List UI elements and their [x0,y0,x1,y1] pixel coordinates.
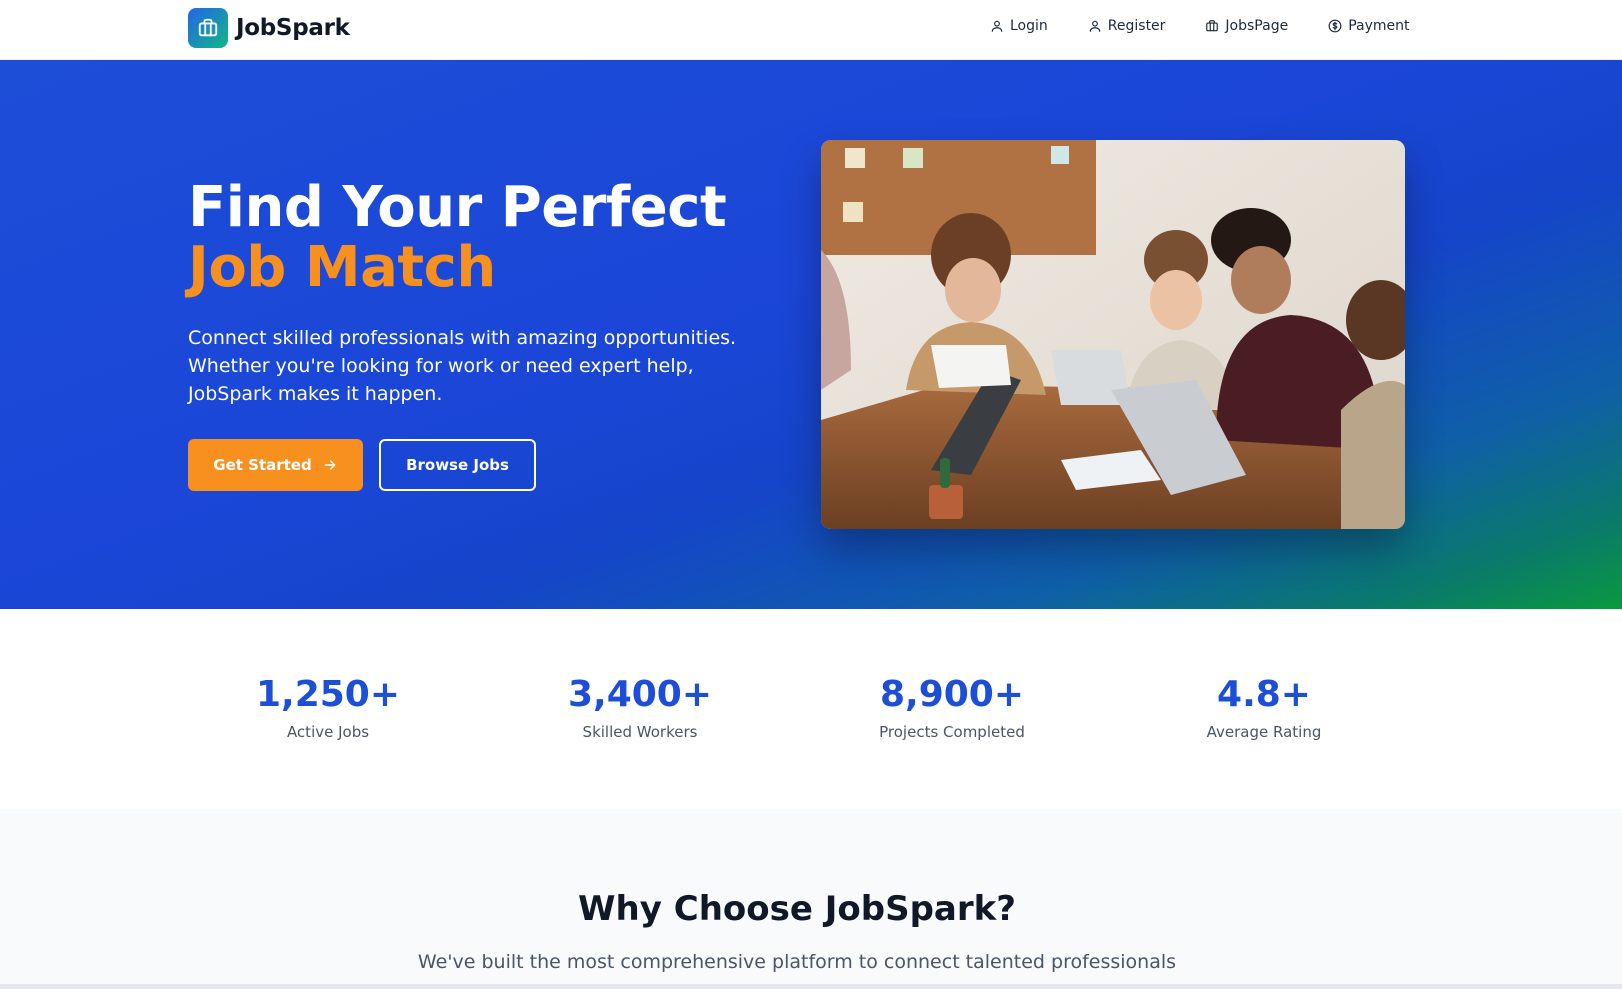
stat-label: Active Jobs [286,723,370,741]
nav-jobspage-label: JobsPage [1225,18,1289,34]
why-choose-section: Why Choose JobSpark? We've built the mos… [0,809,1622,989]
hero-title-line2: Job Match [188,235,496,300]
stat-value: 8,900+ [879,674,1025,715]
bottom-divider [0,984,1622,989]
nav-register[interactable]: Register [1088,18,1166,34]
arrow-right-icon [324,460,336,470]
stat-value: 4.8+ [1217,674,1311,715]
nav-login[interactable]: Login [990,18,1048,34]
dollar-circle-icon [1328,19,1342,33]
user-icon [1089,20,1101,32]
hero-title-line1: Find Your Perfect [188,175,727,240]
stat-label: Average Rating [1206,723,1322,741]
stat-value: 3,400+ [567,674,713,715]
top-navbar: JobSpark Login Register JobsPage Payment [0,0,1622,60]
hero-subtitle: Connect skilled professionals with amazi… [188,327,737,405]
nav-login-label: Login [1010,18,1048,34]
stat-label: Projects Completed [879,723,1025,741]
get-started-button[interactable]: Get Started [188,439,363,491]
browse-jobs-button[interactable]: Browse Jobs [379,439,536,491]
briefcase-icon [1206,20,1219,32]
why-subtitle: We've built the most comprehensive platf… [417,951,1177,989]
get-started-label: Get Started [213,456,312,474]
nav-jobspage[interactable]: JobsPage [1205,18,1288,34]
brand-logo[interactable]: JobSpark [188,8,350,48]
hero-section: Find Your Perfect Job Match Connect skil… [0,60,1622,609]
user-icon [991,20,1003,32]
why-title: Why Choose JobSpark? [578,889,1016,929]
brand-name: JobSpark [236,15,350,41]
stat-skilled-workers: 3,400+ Skilled Workers [530,673,750,741]
nav-register-label: Register [1107,18,1166,34]
stat-projects-completed: 8,900+ Projects Completed [842,673,1062,741]
nav-links: Login Register JobsPage Payment [990,18,1410,34]
hero-team-image [821,140,1405,529]
browse-jobs-label: Browse Jobs [406,456,509,474]
stat-label: Skilled Workers [582,723,698,741]
nav-payment[interactable]: Payment [1328,18,1410,34]
stat-active-jobs: 1,250+ Active Jobs [218,673,438,741]
stat-average-rating: 4.8+ Average Rating [1154,673,1374,741]
stat-value: 1,250+ [255,674,401,715]
stats-section: 1,250+ Active Jobs 3,400+ Skilled Worker… [0,609,1622,809]
briefcase-logo-icon [188,8,228,48]
hero-title: Find Your Perfect Job Match [188,175,727,300]
nav-payment-label: Payment [1348,18,1410,34]
